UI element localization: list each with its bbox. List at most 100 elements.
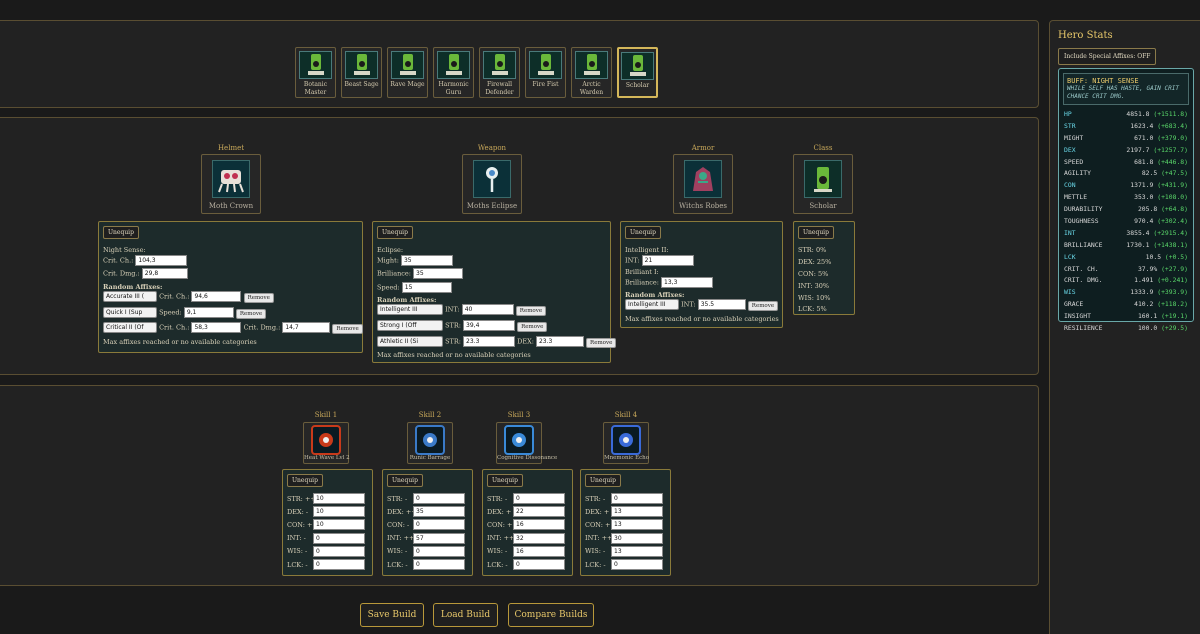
- class-option[interactable]: Rave Mage: [387, 47, 428, 98]
- affix-value-input[interactable]: 58,3: [191, 322, 242, 333]
- affix-value-input[interactable]: 23.3: [463, 336, 516, 347]
- skill-stat-input[interactable]: 10: [313, 493, 365, 504]
- affix-select[interactable]: Intelligent III: [377, 304, 443, 315]
- skill-stat-input[interactable]: 13: [611, 545, 663, 557]
- skill-stat-input[interactable]: 0: [413, 559, 465, 570]
- class-option[interactable]: Arctic Warden: [571, 47, 612, 98]
- skill-stat-input[interactable]: 13: [611, 519, 663, 531]
- skill-stat-input[interactable]: 35: [413, 506, 465, 518]
- affix-value-input[interactable]: 94,6: [191, 291, 242, 302]
- class-option[interactable]: Scholar: [617, 47, 658, 98]
- class-slot[interactable]: Scholar: [793, 154, 853, 214]
- remove-affix-button[interactable]: Remove: [235, 308, 267, 319]
- weapon-slot[interactable]: Moths Eclipse: [462, 154, 522, 214]
- skill-stat-input[interactable]: 32: [513, 532, 565, 544]
- class-option[interactable]: Botanic Master: [295, 47, 336, 98]
- affix-value-input[interactable]: 14,7: [282, 322, 331, 333]
- affix-select[interactable]: Quick I (Sup: [103, 307, 157, 318]
- brilliance-input[interactable]: 35: [413, 268, 464, 279]
- include-special-affixes-toggle[interactable]: Include Special Affixes: OFF: [1058, 48, 1157, 65]
- affix-select[interactable]: Intelligent III: [625, 299, 679, 310]
- skill-unequip-button[interactable]: Unequip: [585, 474, 621, 487]
- stat-name: LCK: [1064, 252, 1076, 261]
- skill-slot[interactable]: Mnemonic Echo: [603, 422, 649, 464]
- stat-values: 3855.4 (+2915.4): [1126, 228, 1188, 240]
- armor-unequip-button[interactable]: Unequip: [625, 226, 661, 239]
- skill-stat-input[interactable]: 0: [413, 545, 465, 557]
- skill-stat-input[interactable]: 0: [413, 519, 465, 531]
- affix-select[interactable]: Athletic II (Si: [377, 336, 443, 347]
- weapon-max-note: Max affixes reached or no available cate…: [377, 351, 531, 359]
- class-option[interactable]: Firewall Defender: [479, 47, 520, 98]
- remove-affix-button[interactable]: Remove: [517, 321, 548, 332]
- affix-value-input[interactable]: 40: [461, 304, 514, 315]
- affix-select[interactable]: Critical II (Of: [103, 322, 157, 333]
- buff-description: WHILE SELF HAS HASTE, GAIN CRIT CHANCE C…: [1067, 85, 1179, 100]
- skill-stat-input[interactable]: 0: [313, 559, 365, 570]
- load-build-button[interactable]: Load Build: [433, 603, 498, 627]
- remove-affix-button[interactable]: Remove: [515, 305, 547, 316]
- speed-input[interactable]: 15: [401, 282, 452, 293]
- skill-stat-input[interactable]: 0: [313, 532, 365, 544]
- class-option[interactable]: Beast Sage: [341, 47, 382, 98]
- skill-stat-input[interactable]: 30: [611, 532, 663, 544]
- remove-affix-button[interactable]: Remove: [747, 300, 779, 311]
- skill-slot[interactable]: Runic Barrage: [407, 422, 453, 464]
- affix-value-input[interactable]: 39,4: [463, 320, 516, 331]
- skill-stat-row: STR: - 0: [387, 493, 465, 504]
- skill-slot[interactable]: Heat Wave Lvl 2: [303, 422, 350, 464]
- compare-builds-button[interactable]: Compare Builds: [508, 603, 594, 627]
- skill-stat-input[interactable]: 16: [513, 545, 565, 557]
- skill-stat-input[interactable]: 0: [611, 559, 663, 570]
- skill-slot[interactable]: Cognitive Dissonance: [496, 422, 557, 464]
- skill-detail: Unequip STR: ++10 DEX: -10 CON: ++10 INT: -0…: [282, 469, 373, 576]
- stat-values: 353.0 (+108.0): [1134, 192, 1188, 204]
- skill-stat-label: INT: +++: [487, 534, 520, 543]
- might-input[interactable]: 35: [400, 255, 453, 266]
- weapon-unequip-button[interactable]: Unequip: [377, 226, 413, 239]
- skill-stat-input[interactable]: 57: [413, 532, 465, 544]
- skill-unequip-button[interactable]: Unequip: [387, 474, 423, 487]
- remove-affix-button[interactable]: Remove: [332, 323, 363, 334]
- class-unequip-button[interactable]: Unequip: [798, 226, 834, 239]
- stat-bonus: (+108.0): [1157, 193, 1188, 202]
- affix-select[interactable]: Strong I (Off: [377, 320, 443, 331]
- affix-select[interactable]: Accurate III (: [103, 291, 157, 302]
- affix-value-input[interactable]: 35.5: [697, 299, 746, 310]
- skill-stat-label: WIS: -: [287, 547, 308, 556]
- skill-stat-input[interactable]: 0: [413, 493, 465, 504]
- skill-stat-input[interactable]: 0: [513, 493, 565, 504]
- helmet-unequip-button[interactable]: Unequip: [103, 226, 139, 239]
- skill-stat-input[interactable]: 0: [513, 559, 565, 570]
- class-bonus: WIS: 10%: [798, 294, 831, 302]
- skill-stat-input[interactable]: 10: [313, 506, 365, 518]
- skill-stat-input[interactable]: 0: [611, 493, 663, 504]
- skill-stat-input[interactable]: 13: [611, 506, 663, 518]
- brilliance-input[interactable]: 13,3: [661, 277, 714, 288]
- skill-stat-input[interactable]: 22: [513, 506, 565, 518]
- affix-value-input[interactable]: 9,1: [183, 307, 234, 318]
- crit-damage-input[interactable]: 29,8: [141, 268, 188, 279]
- skill-stat-input[interactable]: 10: [313, 519, 365, 531]
- helmet-slot[interactable]: Moth Crown: [201, 154, 261, 214]
- class-bonus: DEX: 25%: [798, 258, 832, 266]
- int-input[interactable]: 21: [641, 255, 694, 266]
- skill-stat-input[interactable]: 16: [513, 519, 565, 531]
- class-option[interactable]: Fire Fist: [525, 47, 566, 98]
- moth-crown-icon: [212, 160, 250, 198]
- witchs-robes-icon: [684, 160, 722, 198]
- skill-title: Skill 1: [314, 411, 338, 419]
- skill-unequip-button[interactable]: Unequip: [287, 474, 323, 487]
- skill-stat-input[interactable]: 0: [313, 545, 365, 557]
- crit-chance-input[interactable]: 104,3: [135, 255, 188, 266]
- botanic-master-icon: [299, 51, 332, 79]
- helmet-affix-row-1: Accurate III ( Crit. Ch.: 94,6 Remove: [103, 291, 274, 303]
- armor-slot[interactable]: Witchs Robes: [673, 154, 733, 214]
- save-build-button[interactable]: Save Build: [360, 603, 424, 627]
- skill-unequip-button[interactable]: Unequip: [487, 474, 523, 487]
- remove-affix-button[interactable]: Remove: [243, 292, 274, 303]
- affix-value-input[interactable]: 23.3: [535, 336, 584, 347]
- stat-values: 37.9% (+27.9): [1138, 264, 1188, 276]
- remove-affix-button[interactable]: Remove: [586, 337, 617, 348]
- class-option[interactable]: Harmonic Guru: [433, 47, 474, 98]
